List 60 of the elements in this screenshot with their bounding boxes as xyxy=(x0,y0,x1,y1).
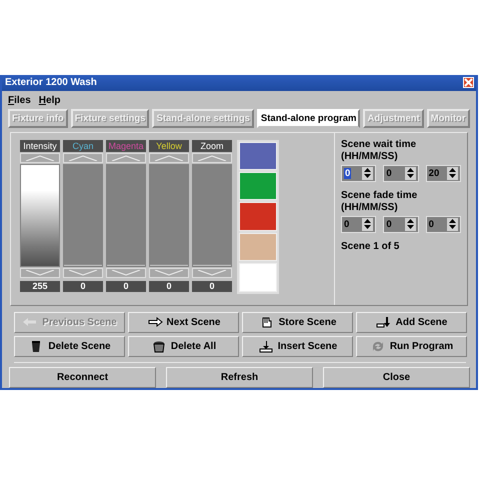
left-arrow-icon xyxy=(22,316,38,329)
insert-arrow-icon xyxy=(258,340,274,353)
down-arrow-button[interactable] xyxy=(106,268,146,278)
trash-bin-icon xyxy=(150,340,167,353)
slider-value: 255 xyxy=(20,280,60,292)
up-arrow-button[interactable] xyxy=(149,152,189,163)
up-arrow-button[interactable] xyxy=(192,152,232,163)
slider-value: 0 xyxy=(149,280,189,292)
scene-counter: Scene 1 of 5 xyxy=(341,240,400,253)
fade-time-label: Scene fade time (HH/MM/SS) xyxy=(341,190,418,214)
up-arrow-button[interactable] xyxy=(63,152,103,163)
spin-box[interactable]: 0 xyxy=(341,216,376,233)
right-arrow-icon xyxy=(146,316,163,329)
wait-time-label: Scene wait time (HH/MM/SS) xyxy=(341,138,418,163)
scene-button[interactable]: Delete All xyxy=(128,336,239,357)
spin-arrows-icon[interactable] xyxy=(362,218,374,231)
spin-arrows-icon[interactable] xyxy=(362,166,374,180)
color-swatch[interactable] xyxy=(239,263,277,292)
spin-box[interactable]: 0 xyxy=(383,216,419,233)
down-arrow-button[interactable] xyxy=(63,268,103,278)
color-swatch[interactable] xyxy=(239,142,277,170)
dialog-button[interactable]: Reconnect xyxy=(9,367,156,388)
down-arrow-button[interactable] xyxy=(192,268,232,278)
spin-arrows-icon[interactable] xyxy=(446,218,458,231)
slider-value: 0 xyxy=(63,280,103,292)
spin-arrows-icon[interactable] xyxy=(404,218,416,231)
scene-button[interactable]: Run Program xyxy=(356,336,467,357)
up-arrow-button[interactable] xyxy=(106,152,146,163)
dialog-button[interactable]: Close xyxy=(323,367,470,388)
color-swatch[interactable] xyxy=(239,232,277,262)
menu-item[interactable]: Files xyxy=(8,94,31,106)
slider-label: Yellow xyxy=(156,140,182,151)
scene-button[interactable]: Insert Scene xyxy=(242,336,353,357)
slider-label: Cyan xyxy=(72,140,94,151)
spin-arrows-icon[interactable] xyxy=(446,166,458,180)
scene-button[interactable]: Next Scene xyxy=(128,312,239,333)
close-button[interactable] xyxy=(463,77,474,88)
down-arrow-button[interactable] xyxy=(20,268,60,278)
slider-value: 0 xyxy=(192,280,232,292)
dialog-button[interactable]: Refresh xyxy=(166,367,313,388)
spin-box[interactable]: 0 xyxy=(341,164,376,182)
scene-button[interactable]: Store Scene xyxy=(242,312,353,333)
spin-box[interactable]: 20 xyxy=(426,164,461,182)
scene-button[interactable]: Delete Scene xyxy=(14,336,125,357)
up-arrow-button[interactable] xyxy=(20,152,60,163)
slider-label: Magenta xyxy=(108,140,144,151)
slider-value: 0 xyxy=(106,280,146,292)
spin-box[interactable]: 0 xyxy=(426,216,461,233)
slider-label: Intensity xyxy=(23,140,57,151)
scene-button[interactable]: Add Scene xyxy=(356,312,467,333)
menu-item[interactable]: Help xyxy=(38,94,60,106)
color-swatch[interactable] xyxy=(239,202,277,231)
tab[interactable]: Stand-alone program xyxy=(256,108,360,128)
spin-box[interactable]: 0 xyxy=(383,164,419,182)
down-arrow-icon xyxy=(376,316,392,329)
slider-label: Zoom xyxy=(200,140,224,151)
window-title: Exterior 1200 Wash xyxy=(5,77,97,88)
down-arrow-button[interactable] xyxy=(149,268,189,278)
spin-arrows-icon[interactable] xyxy=(404,166,416,180)
color-swatch[interactable] xyxy=(239,172,277,200)
